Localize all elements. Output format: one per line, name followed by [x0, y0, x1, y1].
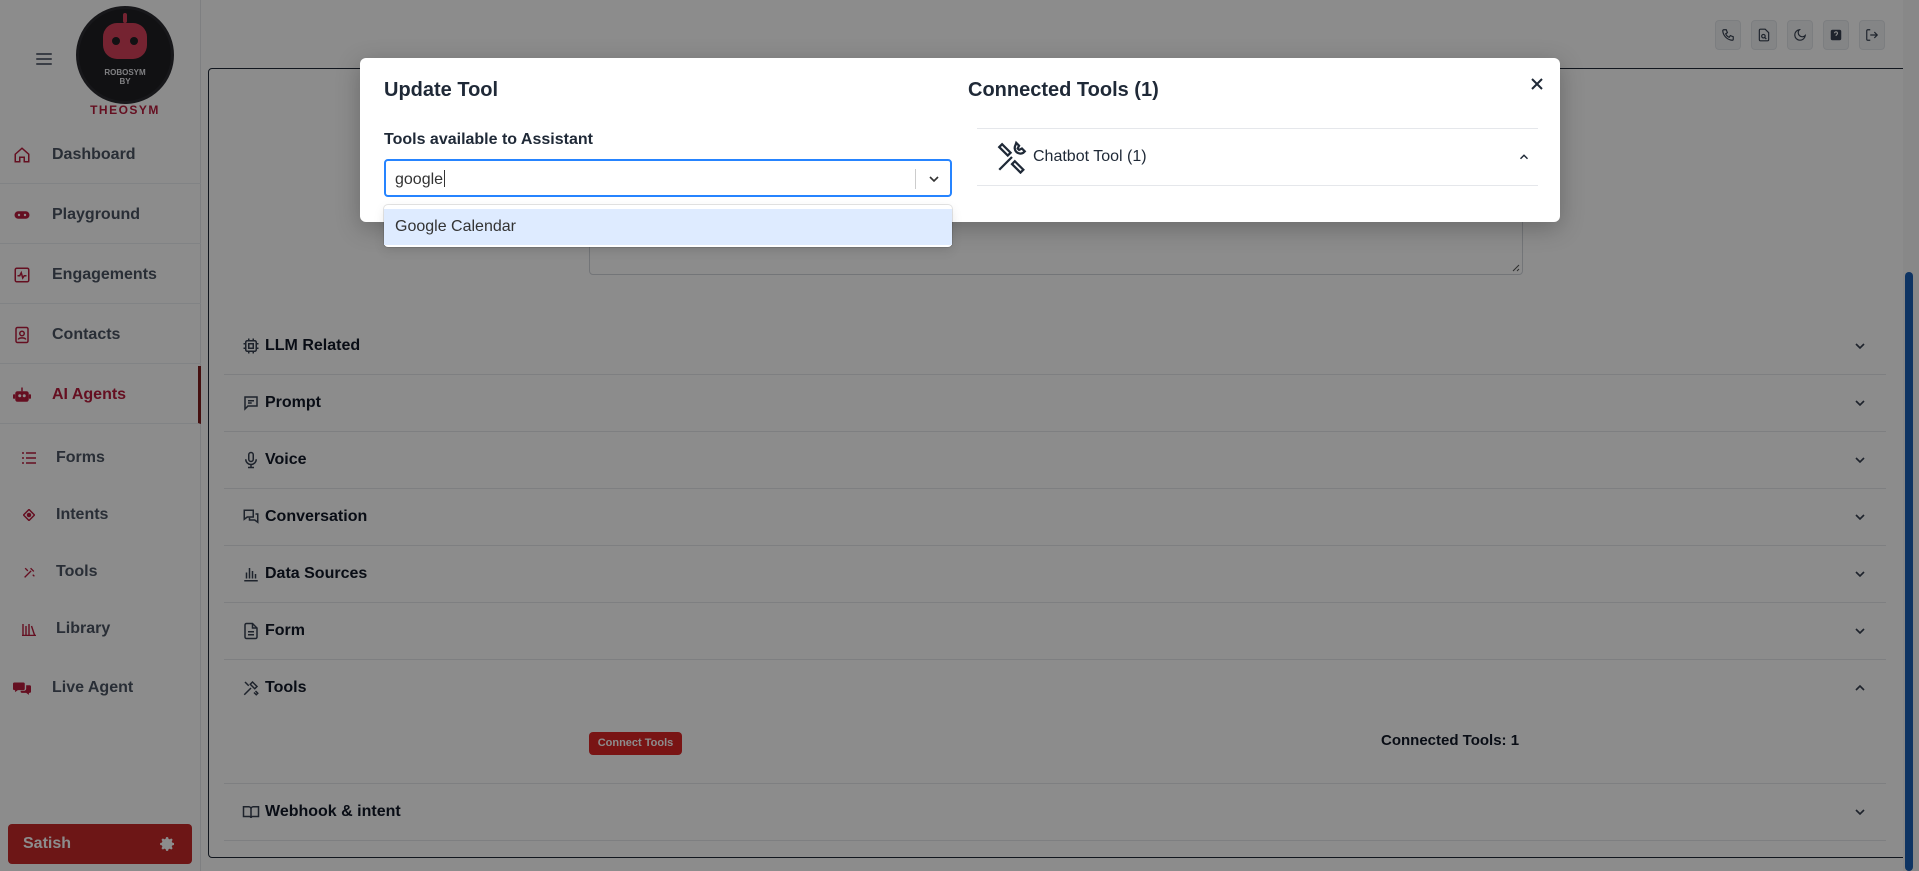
- chevron-up-icon: [1517, 150, 1531, 164]
- tool-option-google-calendar[interactable]: Google Calendar: [384, 209, 952, 245]
- tools-search-input[interactable]: google: [395, 170, 446, 189]
- connected-tool-accordion[interactable]: Chatbot Tool (1): [977, 128, 1538, 186]
- tools-select[interactable]: google: [384, 159, 952, 197]
- close-icon[interactable]: [1525, 72, 1549, 96]
- tools-options-menu: Google Calendar: [384, 205, 952, 247]
- select-separator: [915, 169, 916, 189]
- tools-field-label: Tools available to Assistant: [384, 131, 593, 148]
- connected-tools-title: Connected Tools (1): [968, 79, 1159, 101]
- update-tool-modal: Update Tool Tools available to Assistant…: [360, 58, 1560, 247]
- tools-icon: [995, 140, 1029, 175]
- connected-tool-label: Chatbot Tool (1): [1033, 148, 1147, 165]
- modal-title: Update Tool: [384, 79, 499, 101]
- chevron-down-icon[interactable]: [926, 171, 942, 187]
